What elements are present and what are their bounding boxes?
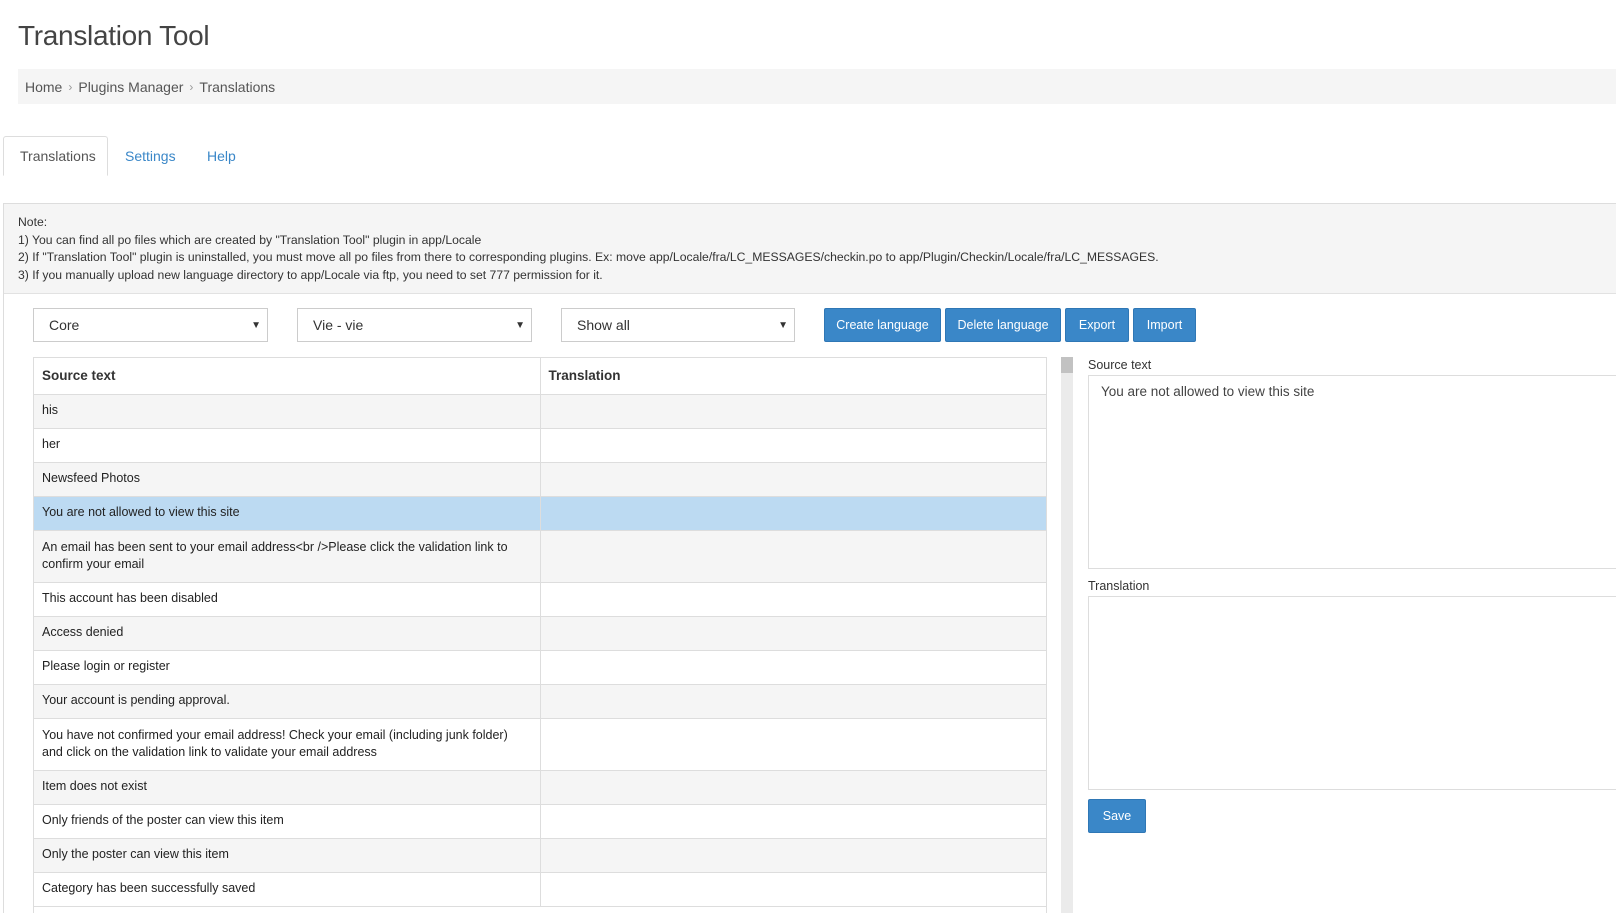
translation-cell	[540, 616, 1046, 651]
translation-cell	[540, 530, 1046, 583]
translation-cell	[540, 394, 1046, 429]
translations-table-container: Source text Translation his her Newsfeed…	[33, 357, 1047, 913]
export-button[interactable]: Export	[1065, 308, 1129, 342]
tab-bar: Translations Settings Help	[3, 136, 1616, 176]
tab-help[interactable]: Help	[191, 136, 252, 176]
source-cell: Access denied	[34, 616, 541, 651]
scrollbar-thumb[interactable]	[1061, 357, 1073, 373]
table-row[interactable]: Newsfeed Photos	[34, 462, 1046, 497]
table-row[interactable]: her	[34, 428, 1046, 463]
translation-cell	[540, 804, 1046, 839]
table-row[interactable]: Category has been successfully saved	[34, 872, 1046, 907]
import-button[interactable]: Import	[1133, 308, 1196, 342]
page-title: Translation Tool	[18, 20, 210, 51]
caret-down-icon: ▼	[778, 320, 788, 331]
note-line-3: 3) If you manually upload new language d…	[18, 267, 603, 282]
table-row[interactable]: Item does not exist	[34, 770, 1046, 805]
source-cell: his	[34, 394, 541, 429]
source-text-area[interactable]	[1088, 375, 1616, 569]
source-cell: Category has been successfully saved	[34, 872, 541, 907]
chevron-right-icon: ›	[68, 79, 73, 94]
translation-label: Translation	[1088, 579, 1150, 593]
delete-language-button[interactable]: Delete language	[945, 308, 1061, 342]
table-row[interactable]: An email has been sent to your email add…	[34, 530, 1046, 583]
table-row[interactable]: You have not confirmed your email addres…	[34, 718, 1046, 771]
note-line-2: 2) If "Translation Tool" plugin is unins…	[18, 250, 1159, 264]
translation-cell	[540, 428, 1046, 463]
source-cell: Item does not exist	[34, 770, 541, 805]
caret-down-icon: ▼	[251, 320, 261, 331]
status-filter-value: Show all	[577, 317, 630, 333]
table-header-row: Source text Translation	[34, 358, 1046, 395]
caret-down-icon: ▼	[515, 320, 525, 331]
note-heading: Note:	[18, 215, 48, 229]
breadcrumb-home[interactable]: Home	[25, 79, 62, 95]
chevron-right-icon: ›	[189, 79, 194, 94]
plugin-select-value: Core	[49, 317, 80, 333]
source-cell: Please login or register	[34, 650, 541, 685]
language-select-value: Vie - vie	[313, 317, 364, 333]
source-cell: Only friends of the poster can view this…	[34, 804, 541, 839]
translation-cell	[540, 684, 1046, 719]
tab-settings[interactable]: Settings	[109, 136, 192, 176]
status-filter-select[interactable]: Show all ▼	[561, 308, 795, 342]
source-cell: Newsfeed Photos	[34, 462, 541, 497]
translation-cell	[540, 462, 1046, 497]
breadcrumb: Home › Plugins Manager › Translations	[18, 69, 1616, 104]
translations-table: Source text Translation his her Newsfeed…	[34, 358, 1046, 907]
table-row[interactable]: Only the poster can view this item	[34, 838, 1046, 873]
table-row[interactable]: Access denied	[34, 616, 1046, 651]
translation-input[interactable]	[1088, 596, 1616, 790]
translation-cell	[540, 718, 1046, 771]
save-button[interactable]: Save	[1088, 799, 1146, 833]
source-cell: This account has been disabled	[34, 582, 541, 617]
translation-cell	[540, 496, 1046, 531]
note-line-1: 1) You can find all po files which are c…	[18, 232, 482, 247]
source-cell: her	[34, 428, 541, 463]
table-row[interactable]: Your account is pending approval.	[34, 684, 1046, 719]
tab-translations[interactable]: Translations	[3, 136, 108, 176]
table-row[interactable]: This account has been disabled	[34, 582, 1046, 617]
table-scrollbar[interactable]	[1061, 357, 1073, 913]
column-header-translation: Translation	[540, 358, 1046, 395]
translation-cell	[540, 582, 1046, 617]
create-language-button[interactable]: Create language	[824, 308, 941, 342]
source-cell: Your account is pending approval.	[34, 684, 541, 719]
breadcrumb-translations: Translations	[199, 78, 276, 95]
plugin-select[interactable]: Core ▼	[33, 308, 268, 342]
column-header-source: Source text	[34, 358, 541, 395]
source-text-label: Source text	[1088, 358, 1152, 372]
source-cell: You are not allowed to view this site	[34, 496, 541, 531]
translation-cell	[540, 770, 1046, 805]
source-cell: Only the poster can view this item	[34, 838, 541, 873]
translation-cell	[540, 650, 1046, 685]
note-box: Note: 1) You can find all po files which…	[4, 204, 1616, 294]
language-select[interactable]: Vie - vie ▼	[297, 308, 532, 342]
source-cell: You have not confirmed your email addres…	[34, 718, 541, 771]
source-cell: An email has been sent to your email add…	[34, 530, 541, 583]
table-row[interactable]: his	[34, 394, 1046, 429]
breadcrumb-plugins-manager[interactable]: Plugins Manager	[78, 79, 183, 95]
table-row-selected[interactable]: You are not allowed to view this site	[34, 496, 1046, 531]
translation-cell	[540, 872, 1046, 907]
table-row[interactable]: Only friends of the poster can view this…	[34, 804, 1046, 839]
table-row[interactable]: Please login or register	[34, 650, 1046, 685]
translation-cell	[540, 838, 1046, 873]
